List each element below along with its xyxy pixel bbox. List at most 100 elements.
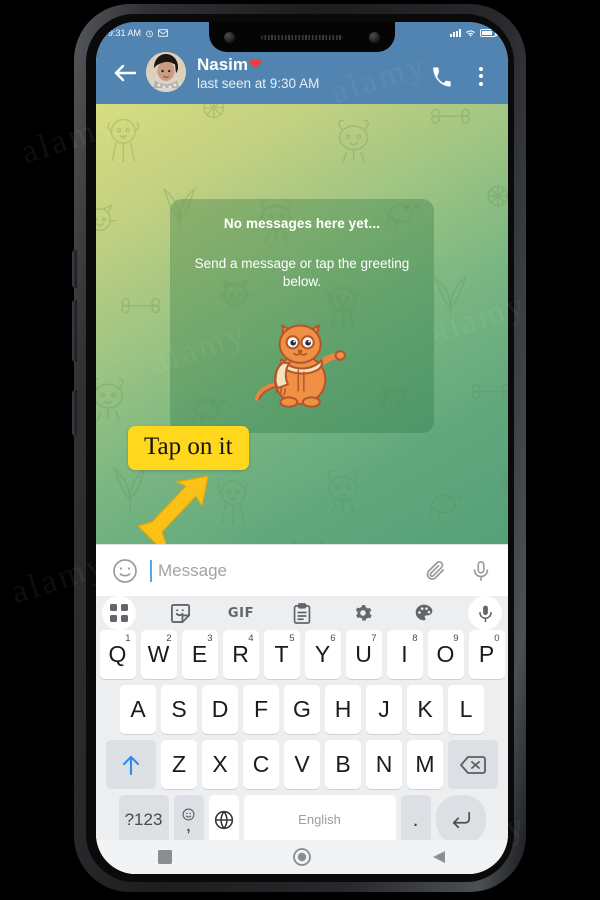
- wifi-icon: [465, 29, 476, 37]
- apps-grid-button[interactable]: [102, 596, 136, 630]
- spacebar-label: English: [298, 812, 341, 827]
- keyboard-row-3: Z X C V B N M: [98, 740, 506, 789]
- symbols-key[interactable]: ?123: [118, 795, 169, 844]
- key-number: 4: [248, 633, 254, 644]
- phone-power-button[interactable]: [72, 390, 77, 436]
- phone-notch: [209, 22, 395, 52]
- key-label: P: [478, 641, 495, 667]
- key-label: U: [355, 641, 372, 667]
- backspace-key[interactable]: [448, 740, 498, 789]
- key-label: I: [401, 641, 408, 667]
- keyboard-key-area: Q1 W2 E3 R4 T5 Y6 U7 I8 O9 P0 A S D F G …: [96, 630, 508, 874]
- message-input[interactable]: Message: [150, 545, 422, 596]
- key-p[interactable]: P0: [468, 630, 505, 679]
- key-s[interactable]: S: [161, 685, 197, 734]
- phone-volume-button[interactable]: [72, 250, 77, 288]
- key-number: 6: [330, 633, 336, 644]
- key-b[interactable]: B: [325, 740, 361, 789]
- key-d[interactable]: D: [202, 685, 238, 734]
- voice-record-button[interactable]: [468, 558, 494, 584]
- key-number: 3: [207, 633, 213, 644]
- enter-key[interactable]: [435, 795, 486, 844]
- status-bar-right: [450, 29, 498, 38]
- key-h[interactable]: H: [325, 685, 361, 734]
- key-j[interactable]: J: [366, 685, 402, 734]
- tap-on-it-callout: Tap on it: [128, 426, 249, 470]
- chat-message-area: No messages here yet... Send a message o…: [96, 104, 508, 544]
- key-v[interactable]: V: [284, 740, 320, 789]
- key-l[interactable]: L: [448, 685, 484, 734]
- key-t[interactable]: T5: [263, 630, 300, 679]
- front-camera-icon: [224, 31, 235, 43]
- period-key[interactable]: .: [400, 795, 431, 844]
- keyboard-voice-button[interactable]: [468, 596, 502, 630]
- key-number: 9: [453, 633, 459, 644]
- key-c[interactable]: C: [243, 740, 279, 789]
- empty-chat-bubble: No messages here yet... Send a message o…: [170, 199, 434, 433]
- shift-key[interactable]: [106, 740, 156, 789]
- attach-button[interactable]: [422, 558, 448, 584]
- symbols-key-label: ?123: [124, 809, 163, 829]
- key-r[interactable]: R4: [222, 630, 259, 679]
- keyboard-toolbar: GIF: [96, 596, 508, 630]
- key-o[interactable]: O9: [427, 630, 464, 679]
- contact-status: last seen at 9:30 AM: [197, 76, 320, 91]
- key-number: 0: [494, 633, 500, 644]
- emoji-button[interactable]: [110, 556, 140, 586]
- phone-volume-down-button[interactable]: [72, 300, 77, 362]
- overflow-menu-button[interactable]: [468, 63, 494, 89]
- pointer-arrow-icon: [137, 475, 209, 544]
- microphone-icon: [473, 560, 489, 581]
- call-button[interactable]: [428, 63, 454, 89]
- theme-button[interactable]: [407, 596, 441, 630]
- key-e[interactable]: E3: [181, 630, 218, 679]
- key-x[interactable]: X: [202, 740, 238, 789]
- key-label: W: [147, 641, 170, 667]
- gif-label: GIF: [227, 605, 255, 621]
- chat-title-block[interactable]: Nasim ❤ last seen at 9:30 AM: [197, 55, 428, 94]
- virtual-keyboard: G I F Q 1 W 2 E 3 R 4 T 5 Y 6 U 7 I 8 O 9 …: [96, 596, 508, 874]
- key-n[interactable]: N: [366, 740, 402, 789]
- greeting-sticker[interactable]: [186, 305, 418, 423]
- key-m[interactable]: M: [407, 740, 443, 789]
- heart-emoji-icon: ❤: [249, 56, 262, 73]
- keyboard-row-1: Q1 W2 E3 R4 T5 Y6 U7 I8 O9 P0: [98, 630, 506, 679]
- clipboard-button[interactable]: [285, 596, 319, 630]
- sticker-button[interactable]: [163, 596, 197, 630]
- key-u[interactable]: U7: [345, 630, 382, 679]
- empty-chat-title: No messages here yet...: [223, 216, 381, 231]
- key-z[interactable]: Z: [161, 740, 197, 789]
- shift-arrow-icon: [122, 755, 140, 775]
- keyboard-settings-button[interactable]: [346, 596, 380, 630]
- home-circle-icon: [293, 848, 311, 866]
- key-label: T: [274, 641, 289, 667]
- language-globe-key[interactable]: [208, 795, 239, 844]
- key-f[interactable]: F: [243, 685, 279, 734]
- avatar[interactable]: [146, 52, 186, 92]
- earpiece-speaker: [261, 34, 343, 40]
- key-g[interactable]: G: [284, 685, 320, 734]
- gif-button[interactable]: GIF: [224, 596, 258, 630]
- contact-name-row: Nasim ❤: [197, 55, 428, 75]
- android-nav-bar: [96, 840, 508, 874]
- key-number: 5: [289, 633, 295, 644]
- voice-mic-icon: [478, 605, 492, 622]
- key-k[interactable]: K: [407, 685, 443, 734]
- key-number: 2: [166, 633, 172, 644]
- key-a[interactable]: A: [120, 685, 156, 734]
- message-placeholder: Message: [158, 560, 227, 580]
- key-q[interactable]: Q1: [99, 630, 136, 679]
- spacebar-key[interactable]: English: [243, 795, 396, 844]
- screenshot-root: 9:31 AM Nasim ❤ last seen at 9:30 AM No …: [0, 0, 600, 900]
- recents-button[interactable]: [145, 843, 185, 871]
- key-y[interactable]: Y6: [304, 630, 341, 679]
- key-number: 8: [412, 633, 418, 644]
- back-button[interactable]: [108, 56, 142, 90]
- home-button[interactable]: [282, 843, 322, 871]
- sensor-dot-icon: [369, 31, 380, 43]
- key-w[interactable]: W2: [140, 630, 177, 679]
- back-button-nav[interactable]: [419, 843, 459, 871]
- key-i[interactable]: I8: [386, 630, 423, 679]
- emoji-comma-key[interactable]: ,: [173, 795, 204, 844]
- key-label: Y: [314, 641, 331, 667]
